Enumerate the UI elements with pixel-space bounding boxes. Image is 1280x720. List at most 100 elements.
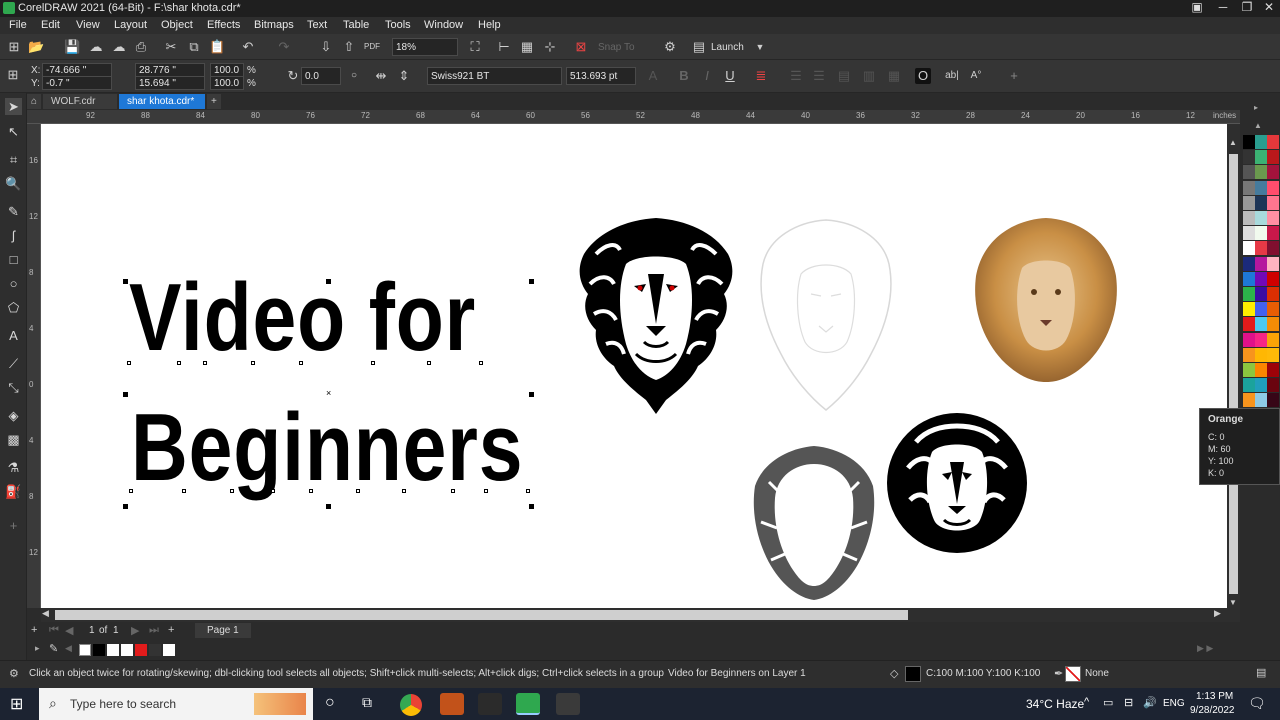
cloud-upload-icon[interactable]: ☁ — [111, 39, 127, 55]
scale-width-field[interactable]: 100.0 — [210, 63, 244, 77]
palette-scroll-left-icon[interactable]: ◀ — [65, 643, 72, 654]
add-document-icon[interactable]: + — [207, 94, 221, 109]
vertical-ruler[interactable]: 16 12 8 4 0 4 8 12 — [27, 124, 41, 608]
selection-handle[interactable] — [326, 504, 331, 509]
eyedropper-icon[interactable]: ✎ — [49, 642, 58, 655]
palette-swatch[interactable] — [1255, 347, 1267, 362]
tray-chevron-icon[interactable]: ^ — [1084, 696, 1089, 708]
save-icon[interactable]: 💾 — [64, 39, 80, 55]
swatch-black[interactable] — [93, 644, 105, 656]
scroll-left-icon[interactable]: ◀ — [42, 608, 49, 619]
text-node[interactable] — [402, 489, 406, 493]
swatch-white-3[interactable] — [163, 644, 175, 656]
import-icon[interactable]: ⇩ — [318, 39, 334, 55]
snap-to-dropdown[interactable]: Snap To — [598, 42, 635, 53]
selection-handle[interactable] — [123, 504, 128, 509]
redo-icon[interactable]: ↷ — [276, 39, 292, 55]
text-node[interactable] — [479, 361, 483, 365]
show-rulers-icon[interactable]: ⊢ — [496, 39, 512, 55]
weather-text[interactable]: 34°C Haze — [1026, 697, 1084, 711]
text-node[interactable] — [371, 361, 375, 365]
palette-swatch[interactable] — [1243, 165, 1255, 180]
palette-swatch[interactable] — [1243, 135, 1255, 149]
swatch-none[interactable] — [79, 644, 91, 656]
palette-swatch[interactable] — [1267, 241, 1279, 256]
rotation-angle-field[interactable]: 0.0 — [301, 67, 341, 85]
scrollbar-thumb[interactable] — [55, 610, 908, 620]
palette-swatch[interactable] — [1255, 393, 1267, 408]
text-node[interactable] — [451, 489, 455, 493]
palette-swatch[interactable] — [1255, 165, 1267, 180]
volume-icon[interactable]: 🔊 — [1143, 696, 1157, 709]
swatch-dark[interactable] — [149, 644, 161, 656]
center-marker-icon[interactable]: × — [326, 388, 331, 398]
scale-height-field[interactable]: 100.0 — [210, 76, 244, 90]
menu-tools[interactable]: Tools — [385, 19, 411, 31]
palette-swatch[interactable] — [1243, 317, 1255, 332]
font-list-select[interactable]: Swiss921 BT — [427, 67, 562, 85]
windows-start-icon[interactable]: ⊞ — [10, 694, 23, 714]
show-guidelines-icon[interactable]: ⊹ — [542, 39, 558, 55]
horizontal-ruler[interactable]: 92 88 84 80 76 72 68 64 60 56 52 48 44 4… — [27, 110, 1240, 124]
palette-swatch[interactable] — [1243, 287, 1255, 301]
copy-icon[interactable]: ⧉ — [186, 39, 202, 55]
opentype-icon[interactable]: O — [915, 68, 931, 84]
clock-date[interactable]: 9/28/2022 — [1190, 705, 1235, 716]
palette-swatch[interactable] — [1243, 195, 1255, 210]
palette-swatch[interactable] — [1267, 332, 1279, 347]
palette-swatch[interactable] — [1267, 256, 1279, 271]
palette-swatch[interactable] — [1255, 241, 1267, 256]
palette-swatch[interactable] — [1255, 135, 1267, 149]
palette-swatch[interactable] — [1267, 180, 1279, 195]
rotation-center-icon[interactable]: ○ — [346, 68, 362, 84]
italic-icon[interactable]: I — [699, 68, 715, 84]
network-icon[interactable]: ⊟ — [1124, 696, 1133, 709]
palette-swatch[interactable] — [1255, 226, 1267, 241]
palette-swatch[interactable] — [1243, 256, 1255, 271]
cortana-icon[interactable]: ○ — [325, 694, 335, 712]
palette-swatch[interactable] — [1255, 302, 1267, 317]
text-alignment-icon[interactable]: ≣ — [753, 68, 769, 84]
taskbar-search[interactable]: ⌕ Type here to search — [39, 688, 313, 720]
launch-dropdown[interactable]: Launch — [711, 42, 744, 53]
text-node[interactable] — [251, 361, 255, 365]
headline-line2[interactable]: Beginners — [131, 400, 523, 496]
drop-cap-icon[interactable]: ▤ — [836, 68, 852, 84]
minimize-button[interactable]: ─ — [1212, 0, 1234, 17]
palette-swatch[interactable] — [1267, 317, 1279, 332]
bold-icon[interactable]: B — [676, 68, 692, 84]
text-properties-icon[interactable]: ▦ — [886, 68, 902, 84]
page-tab[interactable]: Page 1 — [195, 623, 251, 638]
palette-swatch[interactable] — [1243, 332, 1255, 347]
other-app-icon[interactable] — [556, 693, 580, 715]
text-node[interactable] — [230, 489, 234, 493]
shape-tool-icon[interactable]: ↖ — [5, 123, 22, 140]
home-icon[interactable]: ⌂ — [27, 94, 42, 109]
selection-handle[interactable] — [326, 279, 331, 284]
print-icon[interactable]: ⎙ — [133, 39, 149, 55]
variable-font-icon[interactable]: A — [645, 68, 661, 84]
menu-file[interactable]: File — [9, 19, 27, 31]
palette-expand-icon[interactable]: ▸ — [35, 643, 40, 654]
text-node[interactable] — [177, 361, 181, 365]
palette-swatch[interactable] — [1267, 287, 1279, 301]
palette-swatch[interactable] — [1267, 347, 1279, 362]
last-page-icon[interactable]: ⏭ — [149, 624, 159, 637]
horizontal-scrollbar[interactable]: ◀ ▶ — [41, 608, 1227, 622]
inshot-app-icon[interactable] — [440, 693, 464, 715]
palette-scroll-right-icon[interactable]: ▶ ▶ — [1197, 643, 1213, 654]
new-document-icon[interactable]: ⊞ — [6, 39, 22, 55]
zoom-tool-icon[interactable]: 🔍 — [5, 175, 22, 192]
artistic-media-icon[interactable]: ʃ — [5, 227, 22, 244]
selection-handle[interactable] — [123, 279, 128, 284]
palette-swatch[interactable] — [1267, 135, 1279, 149]
palette-swatch[interactable] — [1267, 271, 1279, 286]
chevron-down-icon[interactable]: ▼ — [752, 39, 768, 55]
scroll-up-icon[interactable]: ▲ — [1229, 138, 1237, 147]
menu-bitmaps[interactable]: Bitmaps — [254, 19, 294, 31]
menu-object[interactable]: Object — [161, 19, 193, 31]
add-icon[interactable]: + — [1006, 68, 1022, 84]
palette-swatch[interactable] — [1255, 195, 1267, 210]
vertical-scrollbar[interactable]: ▲ ▼ — [1227, 124, 1240, 622]
first-page-icon[interactable]: ⏮ — [49, 624, 59, 637]
